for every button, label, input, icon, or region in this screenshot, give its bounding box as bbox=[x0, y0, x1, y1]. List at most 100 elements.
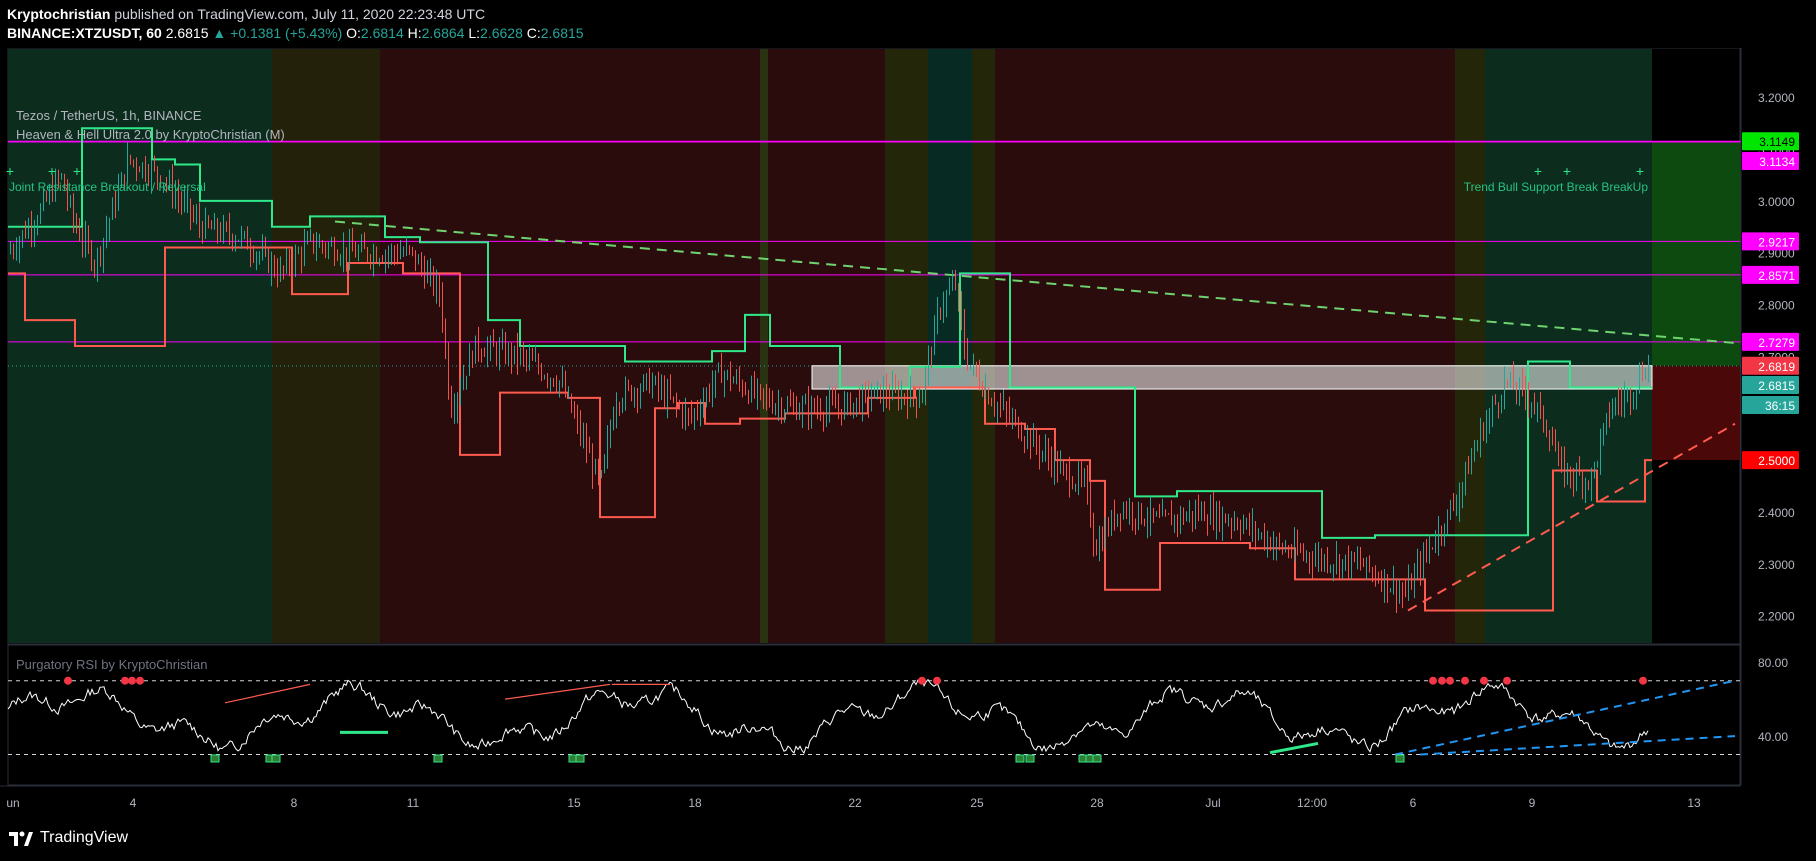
overbought-marker-icon bbox=[128, 676, 136, 685]
x-tick-label: Jul bbox=[1205, 796, 1220, 810]
x-tick-label: 12:00 bbox=[1297, 796, 1327, 810]
x-tick-label: 9 bbox=[1529, 796, 1536, 810]
overbought-marker-icon bbox=[136, 676, 144, 685]
zone-band bbox=[1485, 49, 1652, 643]
price-label-badge: 2.6819 bbox=[1742, 356, 1799, 375]
rsi-tick-label: 40.00 bbox=[1758, 730, 1788, 744]
overbought-marker-icon bbox=[1639, 676, 1647, 685]
publish-info: Kryptochristian published on TradingView… bbox=[7, 6, 485, 22]
x-tick-label: 22 bbox=[848, 796, 862, 810]
oversold-marker-icon bbox=[210, 754, 220, 763]
x-tick-label: 8 bbox=[291, 796, 298, 810]
publish-text: published on TradingView.com, July 11, 2… bbox=[110, 6, 486, 22]
close-value: 2.6815 bbox=[540, 25, 584, 41]
price-label-text: 3.1149 bbox=[1759, 135, 1795, 149]
price-label-text: 36:15 bbox=[1765, 399, 1795, 413]
x-tick-label: 13 bbox=[1687, 796, 1701, 810]
signal-marker-icon: + bbox=[48, 163, 56, 179]
overbought-marker-icon bbox=[1446, 676, 1454, 685]
chart-area[interactable]: + + + + + + Joint Resistance Breakout / Revers… bbox=[0, 47, 1816, 818]
y-tick-label: 2.4000 bbox=[1758, 506, 1795, 520]
y-tick-label: 2.8000 bbox=[1758, 299, 1795, 313]
ohlc-line: BINANCE:XTZUSDT, 60 2.6815 ▲ +0.1381 (+5… bbox=[7, 25, 584, 41]
overbought-marker-icon bbox=[1503, 676, 1511, 685]
open-label: O: bbox=[346, 25, 361, 41]
price-label-badge: 2.6815 bbox=[1742, 375, 1799, 394]
oversold-marker-icon bbox=[1015, 754, 1025, 763]
x-tick-label: un bbox=[6, 796, 19, 810]
last-price: 2.6815 bbox=[165, 25, 209, 41]
signal-label-left: Joint Resistance Breakout / Reversal bbox=[9, 180, 206, 194]
chart-svg[interactable]: + + + + + +Joint Resistance Breakout / Revers… bbox=[0, 47, 1816, 818]
signal-marker-icon: + bbox=[1563, 163, 1571, 179]
high-value: 2.6864 bbox=[421, 25, 465, 41]
signal-marker-icon: + bbox=[6, 163, 14, 179]
low-value: 2.6628 bbox=[480, 25, 523, 41]
overbought-marker-icon bbox=[1461, 676, 1469, 685]
x-tick-label: 15 bbox=[567, 796, 581, 810]
indicator-name: Heaven & Hell Ultra 2.0 by KryptoChristi… bbox=[16, 127, 285, 142]
price-label-badge: 2.5000 bbox=[1742, 451, 1799, 470]
price-label-text: 2.5000 bbox=[1758, 454, 1795, 468]
rsi-tick-label: 80.00 bbox=[1758, 656, 1788, 670]
zone-band bbox=[760, 49, 768, 643]
y-tick-label: 3.0000 bbox=[1758, 195, 1795, 209]
price-change: ▲ +0.1381 (+5.43%) bbox=[212, 25, 343, 41]
price-label-badge: 2.7279 bbox=[1742, 332, 1799, 351]
overbought-marker-icon bbox=[918, 676, 926, 685]
close-label: C: bbox=[526, 25, 541, 41]
open-value: 2.6814 bbox=[360, 25, 404, 41]
zone-band bbox=[1455, 49, 1485, 643]
high-label: H: bbox=[407, 25, 422, 41]
oversold-marker-icon bbox=[1092, 754, 1102, 763]
x-tick-label: 28 bbox=[1090, 796, 1104, 810]
signal-marker-icon: + bbox=[1534, 163, 1542, 179]
overbought-marker-icon bbox=[1480, 676, 1488, 685]
signal-marker-icon: + bbox=[1636, 163, 1644, 179]
x-tick-label: 4 bbox=[130, 796, 137, 810]
oversold-marker-icon bbox=[271, 754, 281, 763]
rsi-title: Purgatory RSI by KryptoChristian bbox=[16, 657, 207, 672]
overbought-marker-icon bbox=[64, 676, 72, 685]
author-name[interactable]: Kryptochristian bbox=[7, 6, 110, 22]
oversold-marker-icon bbox=[1395, 754, 1405, 763]
price-label-badge: 3.1149 bbox=[1742, 132, 1799, 151]
tradingview-brand: TradingView bbox=[40, 829, 129, 846]
tradingview-logo-icon bbox=[9, 831, 33, 846]
projection-bull-box bbox=[1652, 142, 1740, 366]
price-label-badge: 2.9217 bbox=[1742, 232, 1799, 251]
publish-header: Kryptochristian published on TradingView… bbox=[0, 0, 1816, 48]
oversold-marker-icon bbox=[1025, 754, 1035, 763]
symbol-label: BINANCE:XTZUSDT, 60 bbox=[7, 25, 162, 41]
overbought-marker-icon bbox=[121, 676, 129, 685]
signal-marker-icon: + bbox=[73, 163, 81, 179]
price-label-text: 3.1134 bbox=[1759, 155, 1795, 169]
low-label: L: bbox=[468, 25, 481, 41]
price-label-text: 2.8571 bbox=[1758, 269, 1795, 283]
zone-band bbox=[995, 49, 1455, 643]
zone-band bbox=[885, 49, 928, 643]
zone-band bbox=[972, 49, 995, 643]
price-label-text: 2.6819 bbox=[1758, 360, 1795, 374]
tradingview-logo[interactable]: TradingView bbox=[8, 828, 128, 848]
overbought-marker-icon bbox=[933, 676, 941, 685]
price-label-text: 2.9217 bbox=[1758, 235, 1795, 249]
footer: TradingView bbox=[0, 818, 1816, 861]
y-tick-label: 3.2000 bbox=[1758, 91, 1795, 105]
overbought-marker-icon bbox=[1438, 676, 1446, 685]
x-tick-label: 18 bbox=[688, 796, 702, 810]
oversold-marker-icon bbox=[433, 754, 443, 763]
price-label-badge: 36:15 bbox=[1742, 395, 1799, 414]
chart-title: Tezos / TetherUS, 1h, BINANCE bbox=[16, 108, 202, 123]
y-tick-label: 2.3000 bbox=[1758, 558, 1795, 572]
signal-label-right: Trend Bull Support Break BreakUp bbox=[1464, 180, 1649, 194]
price-label-badge: 2.8571 bbox=[1742, 265, 1799, 284]
price-label-badge: 3.1134 bbox=[1742, 152, 1799, 171]
rsi-pane bbox=[7, 644, 1741, 786]
x-tick-label: 11 bbox=[407, 796, 420, 810]
y-tick-label: 2.2000 bbox=[1758, 610, 1795, 624]
x-tick-label: 25 bbox=[970, 796, 984, 810]
x-tick-label: 6 bbox=[1410, 796, 1417, 810]
price-label-text: 2.6815 bbox=[1758, 379, 1795, 393]
price-label-text: 2.7279 bbox=[1758, 336, 1795, 350]
